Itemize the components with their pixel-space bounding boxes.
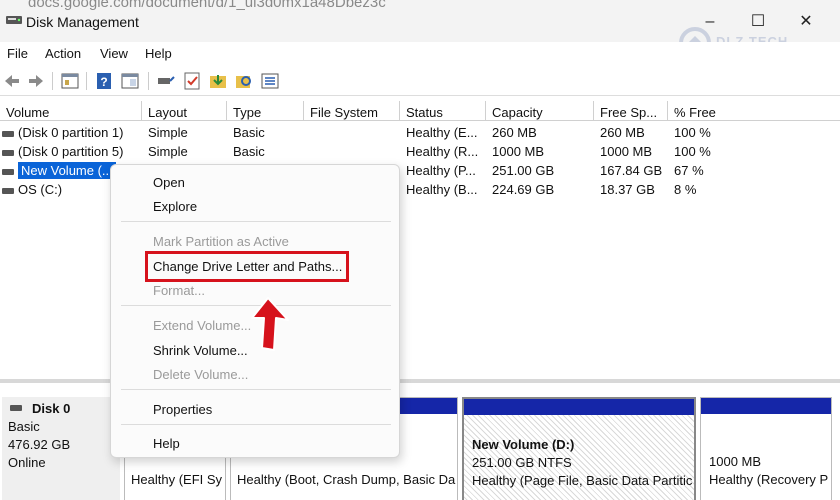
capacity-cell: 1000 MB — [492, 144, 545, 159]
partition-status: Healthy (EFI Sy — [131, 472, 223, 487]
volume-name: (Disk 0 partition 5) — [18, 144, 124, 159]
column-header-percent-free[interactable]: % Free — [668, 101, 840, 121]
menu-help[interactable]: Help — [145, 46, 172, 61]
disk-info-panel[interactable]: Disk 0 Basic 476.92 GB Online — [2, 397, 120, 500]
column-header-volume[interactable]: Volume — [0, 101, 142, 121]
properties-panel-icon[interactable] — [120, 71, 140, 91]
list-view-icon[interactable] — [260, 71, 280, 91]
menu-item-shrink-volume[interactable]: Shrink Volume... — [153, 343, 248, 358]
status-cell: Healthy (B... — [406, 182, 478, 197]
background-url-text: docs.google.com/document/d/1_ul3d0mx1a48… — [28, 0, 386, 11]
volume-cell: New Volume (... — [0, 161, 122, 180]
menu-action[interactable]: Action — [45, 46, 81, 61]
menu-item-extend-volume: Extend Volume... — [153, 318, 252, 333]
free-space-cell: 18.37 GB — [600, 182, 655, 197]
column-header-layout[interactable]: Layout — [142, 101, 227, 121]
volume-name: (Disk 0 partition 1) — [18, 125, 124, 140]
free-space-cell: 1000 MB — [600, 144, 653, 159]
menu-item-mark-partition-active: Mark Partition as Active — [153, 234, 289, 249]
layout-cell: Simple — [148, 125, 188, 140]
capacity-cell: 260 MB — [492, 125, 537, 140]
menu-file[interactable]: File — [7, 46, 28, 61]
drive-icon — [2, 168, 14, 175]
partition-header-band — [464, 399, 694, 415]
menu-item-delete-volume: Delete Volume... — [153, 367, 249, 382]
menu-separator — [121, 221, 391, 222]
toolbar-divider — [86, 72, 87, 90]
svg-text:?: ? — [100, 75, 107, 89]
status-cell: Healthy (P... — [406, 163, 476, 178]
toolbar: ? — [0, 66, 840, 96]
percent-free-cell: 8 % — [674, 182, 697, 197]
volume-name-selected: New Volume (... — [18, 162, 116, 179]
type-cell: Basic — [233, 144, 265, 159]
window-title: Disk Management — [26, 14, 139, 30]
status-cell: Healthy (R... — [406, 144, 479, 159]
layout-cell: Simple — [148, 144, 188, 159]
column-header-type[interactable]: Type — [227, 101, 304, 121]
partition-recovery[interactable]: 1000 MB Healthy (Recovery P — [700, 397, 832, 500]
checklist-icon[interactable] — [182, 71, 202, 91]
volume-cell: (Disk 0 partition 5) — [0, 142, 142, 161]
disk-management-icon — [6, 16, 22, 24]
partition-status: Healthy (Boot, Crash Dump, Basic Da — [237, 472, 456, 487]
partition-name: New Volume (D:) — [472, 437, 575, 452]
partition-header-band — [701, 398, 831, 414]
menu-item-properties[interactable]: Properties — [153, 402, 212, 417]
drive-icon — [2, 130, 14, 137]
menu-bar: File Action View Help — [0, 42, 840, 66]
volume-name: OS (C:) — [18, 182, 63, 197]
drive-icon — [2, 187, 14, 194]
capacity-cell: 224.69 GB — [492, 182, 555, 197]
menu-view[interactable]: View — [100, 46, 128, 61]
percent-free-cell: 100 % — [674, 144, 711, 159]
menu-item-explore[interactable]: Explore — [153, 199, 197, 214]
disk-state: Online — [8, 455, 46, 470]
column-header-capacity[interactable]: Capacity — [486, 101, 594, 121]
volume-cell: (Disk 0 partition 1) — [0, 123, 142, 142]
column-header-file-system[interactable]: File System — [304, 101, 400, 121]
disk-icon — [10, 405, 22, 411]
percent-free-cell: 100 % — [674, 125, 711, 140]
percent-free-cell: 67 % — [674, 163, 704, 178]
menu-item-open[interactable]: Open — [153, 175, 185, 190]
status-cell: Healthy (E... — [406, 125, 478, 140]
capacity-cell: 251.00 GB — [492, 163, 555, 178]
back-arrow-icon[interactable] — [2, 71, 22, 91]
volume-cell: OS (C:) — [0, 180, 110, 199]
menu-separator — [121, 424, 391, 425]
import-folder-icon[interactable] — [208, 71, 228, 91]
toolbar-divider — [52, 72, 53, 90]
search-folder-icon[interactable] — [234, 71, 254, 91]
forward-arrow-icon[interactable] — [26, 71, 46, 91]
partition-size: 251.00 GB NTFS — [472, 455, 572, 470]
menu-item-format: Format... — [153, 283, 206, 298]
partition-size: 1000 MB — [709, 454, 762, 469]
annotation-highlight-box — [145, 251, 349, 282]
console-tree-icon[interactable] — [60, 71, 80, 91]
free-space-cell: 167.84 GB — [600, 163, 663, 178]
disk-type: Basic — [8, 419, 40, 434]
toolbar-divider — [148, 72, 149, 90]
free-space-cell: 260 MB — [600, 125, 645, 140]
menu-item-help[interactable]: Help — [153, 436, 180, 451]
partition-status: Healthy (Recovery P — [709, 472, 829, 487]
partition-new-volume-d[interactable]: New Volume (D:) 251.00 GB NTFS Healthy (… — [462, 397, 696, 500]
partition-status: Healthy (Page File, Basic Data Partitic — [472, 473, 693, 488]
column-header-status[interactable]: Status — [400, 101, 486, 121]
drive-icon — [2, 149, 14, 156]
disk-name: Disk 0 — [32, 401, 71, 416]
type-cell: Basic — [233, 125, 265, 140]
disk-size: 476.92 GB — [8, 437, 71, 452]
menu-separator — [121, 389, 391, 390]
annotation-arrow-icon — [251, 297, 289, 351]
help-book-icon[interactable]: ? — [94, 71, 114, 91]
connect-disk-icon[interactable] — [156, 71, 176, 91]
close-button[interactable]: ✕ — [796, 12, 816, 32]
column-header-free-space[interactable]: Free Sp... — [594, 101, 668, 121]
